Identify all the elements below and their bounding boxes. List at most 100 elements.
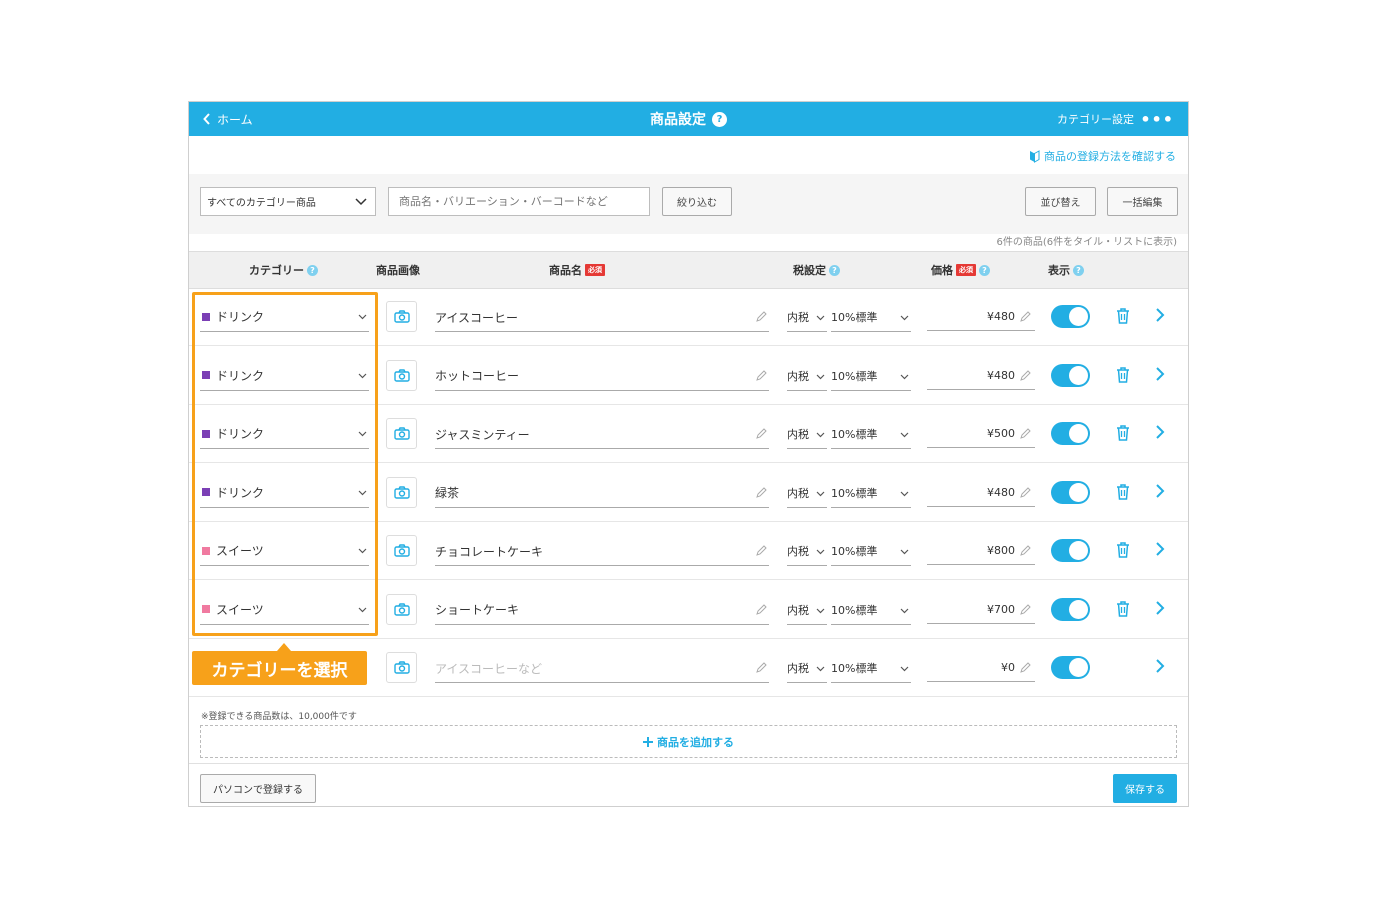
limit-note: ※登録できる商品数は、10,000件です: [201, 712, 357, 722]
detail-arrow-button[interactable]: [1155, 424, 1165, 444]
price-input[interactable]: ¥500: [927, 420, 1035, 448]
pc-register-button[interactable]: パソコンで登録する: [200, 774, 316, 803]
product-name-input[interactable]: ジャスミンティー: [435, 420, 769, 449]
bulk-edit-button[interactable]: 一括編集: [1107, 187, 1178, 216]
display-toggle[interactable]: [1051, 539, 1090, 562]
tax-rate-value: 10%標準: [831, 428, 878, 441]
tax-type-select[interactable]: 内税: [787, 537, 827, 566]
chevron-right-icon: [1156, 600, 1165, 615]
pencil-icon: [1020, 428, 1031, 439]
tax-rate-value: 10%標準: [831, 603, 878, 617]
display-toggle[interactable]: [1051, 363, 1090, 387]
tax-rate-select[interactable]: 10%標準: [831, 479, 911, 508]
price-input[interactable]: ¥800: [927, 537, 1035, 565]
product-image-button[interactable]: [386, 301, 417, 332]
help-icon[interactable]: ?: [712, 111, 727, 127]
tax-type-select[interactable]: 内税: [787, 420, 827, 449]
camera-icon: [393, 310, 410, 323]
display-toggle[interactable]: [1051, 305, 1090, 328]
camera-icon: [393, 427, 410, 440]
delete-button[interactable]: [1115, 483, 1131, 504]
product-image-button[interactable]: [386, 535, 417, 566]
price-input[interactable]: ¥700: [927, 596, 1035, 624]
help-icon[interactable]: ?: [307, 264, 318, 276]
camera-icon: [393, 602, 410, 616]
category-color-swatch: [202, 312, 210, 321]
product-image-button[interactable]: [386, 652, 417, 683]
price-input[interactable]: ¥480: [927, 303, 1035, 331]
help-icon[interactable]: ?: [979, 264, 990, 276]
product-name-input[interactable]: チョコレートケーキ: [435, 537, 769, 566]
search-input[interactable]: [388, 187, 650, 216]
detail-arrow-button[interactable]: [1155, 307, 1165, 327]
product-name-input[interactable]: アイスコーヒー: [435, 303, 769, 332]
tax-rate-select[interactable]: 10%標準: [831, 420, 911, 449]
category-select[interactable]: ドリンク: [200, 302, 369, 332]
product-name-input[interactable]: アイスコーヒーなど: [435, 654, 769, 683]
category-select[interactable]: スイーツ: [200, 595, 369, 625]
tax-rate-select[interactable]: 10%標準: [831, 303, 911, 332]
price-value: ¥800: [987, 544, 1015, 557]
detail-arrow-button[interactable]: [1155, 541, 1165, 561]
registration-guide-link[interactable]: 商品の登録方法を確認する: [1029, 148, 1176, 164]
filter-bar: すべてのカテゴリー商品 絞り込む 並び替え 一括編集: [189, 174, 1188, 234]
price-input[interactable]: ¥0: [927, 654, 1035, 682]
category-select[interactable]: ドリンク: [200, 361, 369, 391]
chevron-down-icon: [358, 548, 367, 554]
add-product-button[interactable]: 商品を追加する: [200, 725, 1177, 758]
category-filter-select[interactable]: すべてのカテゴリー商品: [200, 187, 376, 216]
tax-type-value: 内税: [787, 311, 809, 324]
tax-rate-select[interactable]: 10%標準: [831, 537, 911, 566]
product-name-input[interactable]: ホットコーヒー: [435, 362, 769, 391]
more-menu-icon[interactable]: •••: [1140, 102, 1174, 136]
category-color-swatch: [202, 605, 210, 613]
tax-type-select[interactable]: 内税: [787, 362, 827, 391]
toggle-knob: [1069, 482, 1088, 502]
category-select[interactable]: ドリンク: [200, 478, 369, 508]
display-toggle[interactable]: [1051, 597, 1090, 621]
tax-rate-value: 10%標準: [831, 662, 878, 675]
help-icon[interactable]: ?: [1073, 264, 1084, 276]
tax-type-select[interactable]: 内税: [787, 596, 827, 625]
tax-type-select[interactable]: 内税: [787, 479, 827, 508]
tax-rate-select[interactable]: 10%標準: [831, 596, 911, 625]
tax-type-value: 内税: [787, 369, 809, 383]
display-toggle[interactable]: [1051, 656, 1090, 679]
product-image-button[interactable]: [386, 359, 417, 391]
product-image-button[interactable]: [386, 593, 417, 625]
product-image-button[interactable]: [386, 418, 417, 449]
filter-button[interactable]: 絞り込む: [662, 187, 732, 216]
delete-button[interactable]: [1115, 366, 1131, 387]
chevron-down-icon: [816, 549, 825, 555]
delete-button[interactable]: [1115, 600, 1131, 621]
display-toggle[interactable]: [1051, 480, 1090, 504]
price-input[interactable]: ¥480: [927, 479, 1035, 507]
tax-rate-value: 10%標準: [831, 545, 878, 558]
delete-button[interactable]: [1115, 424, 1131, 445]
toggle-knob: [1069, 541, 1088, 560]
product-name-input[interactable]: 緑茶: [435, 479, 769, 508]
category-select[interactable]: スイーツ: [200, 536, 369, 566]
category-select[interactable]: ドリンク: [200, 419, 369, 449]
product-image-button[interactable]: [386, 476, 417, 508]
price-input[interactable]: ¥480: [927, 362, 1035, 390]
display-toggle[interactable]: [1051, 422, 1090, 445]
save-button[interactable]: 保存する: [1113, 774, 1177, 803]
delete-button[interactable]: [1115, 541, 1131, 562]
tax-type-select[interactable]: 内税: [787, 654, 827, 683]
tax-type-select[interactable]: 内税: [787, 303, 827, 332]
detail-arrow-button[interactable]: [1155, 658, 1165, 678]
help-icon[interactable]: ?: [829, 264, 840, 276]
tax-rate-select[interactable]: 10%標準: [831, 654, 911, 683]
detail-arrow-button[interactable]: [1155, 366, 1165, 386]
product-name-value: アイスコーヒー: [435, 310, 519, 325]
column-header-name: 商品名 必須: [549, 252, 605, 288]
tax-rate-select[interactable]: 10%標準: [831, 362, 911, 391]
detail-arrow-button[interactable]: [1155, 600, 1165, 620]
footer-bar: パソコンで登録する 保存する: [189, 763, 1188, 806]
sort-button[interactable]: 並び替え: [1025, 187, 1096, 216]
detail-arrow-button[interactable]: [1155, 483, 1165, 503]
product-name-input[interactable]: ショートケーキ: [435, 596, 769, 625]
delete-button[interactable]: [1115, 307, 1131, 328]
category-settings-link[interactable]: カテゴリー設定: [1057, 102, 1134, 136]
